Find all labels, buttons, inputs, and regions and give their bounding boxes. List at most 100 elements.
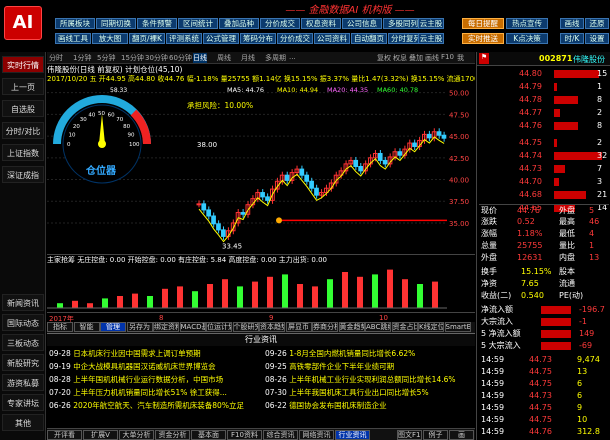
tool-tab[interactable]: SmartBS bbox=[444, 322, 471, 332]
bottom-tab[interactable]: 开评看 bbox=[47, 430, 82, 440]
news-title[interactable]: 2020年航空航天、汽车制造所需机床装备80%立足 bbox=[73, 401, 244, 410]
tool-tab[interactable]: 绑定资料 bbox=[153, 322, 179, 332]
sidebar-item[interactable]: 三板动态 bbox=[2, 334, 44, 351]
period-tab[interactable]: 5分钟 bbox=[97, 53, 115, 63]
tool-tab[interactable]: 指标 bbox=[47, 322, 73, 332]
period-tab[interactable]: 多周期 bbox=[265, 53, 286, 63]
toolbar-btn-right[interactable]: 热点宣传 bbox=[506, 18, 548, 29]
news-item[interactable]: 09-25 高铁零部件企业下半年业绩可期 bbox=[265, 361, 473, 373]
news-title[interactable]: 上半年国机机械行业运行数据分析，中国市场 bbox=[73, 375, 223, 384]
tool-tab[interactable]: 资本趋势 bbox=[259, 322, 285, 332]
period-tab[interactable]: 1分钟 bbox=[73, 53, 91, 63]
tool-tab[interactable]: 黄金趋势 bbox=[338, 322, 365, 332]
news-title[interactable]: 中企大战模具机器国汉诺威机床世界博览会 bbox=[73, 362, 216, 371]
toolbar-btn-right[interactable]: 云主股 bbox=[418, 33, 444, 44]
chart-option[interactable]: 权息 bbox=[393, 53, 407, 63]
tool-tab[interactable]: 智能 bbox=[73, 322, 100, 332]
bottom-tab[interactable]: 基本面 bbox=[191, 430, 226, 440]
tool-tab[interactable]: MACD基本 bbox=[179, 322, 206, 332]
bottom-tab-right[interactable]: 画 bbox=[449, 430, 474, 440]
sidebar-item[interactable]: 上证指数 bbox=[2, 144, 44, 161]
toolbar-btn[interactable]: 公司信息 bbox=[342, 18, 382, 29]
bottom-tab-right[interactable]: 例子 bbox=[423, 430, 448, 440]
chart-option[interactable]: 复权 bbox=[377, 53, 391, 63]
chart-option[interactable]: 叠加 bbox=[409, 53, 423, 63]
toolbar-btn-right[interactable]: 云主股 bbox=[418, 18, 444, 29]
news-item[interactable]: 09-28 日本机床行业因中国需求上调订单预期 bbox=[49, 348, 259, 360]
tool-tab[interactable]: 个股研究 bbox=[232, 322, 259, 332]
news-title[interactable]: 上半年我国机床工具行业出口同比增长5% bbox=[289, 388, 428, 397]
tool-tab[interactable]: K线定位 bbox=[418, 322, 444, 332]
news-item[interactable]: 06-22 德国协会发布国机床制造企业 bbox=[265, 400, 473, 412]
news-title[interactable]: 上半年压力机机销量同比增长51% 徐工获得... bbox=[73, 388, 227, 397]
sidebar-item[interactable]: 专家讲坛 bbox=[2, 394, 44, 411]
toolbar-btn[interactable]: 自动翻页 bbox=[351, 33, 387, 44]
toolbar-btn-right[interactable]: 实时推送 bbox=[462, 33, 504, 44]
toolbar-btn[interactable]: 画线工具 bbox=[55, 33, 91, 44]
period-tab[interactable]: 30分钟 bbox=[145, 53, 168, 63]
sidebar-item[interactable]: 其他 bbox=[2, 414, 44, 431]
bottom-tab[interactable]: 大单分析 bbox=[119, 430, 154, 440]
tool-tab[interactable]: 券商分析 bbox=[312, 322, 338, 332]
news-title[interactable]: 德国协会发布国机床制造企业 bbox=[289, 401, 387, 410]
toolbar-btn-far[interactable]: 画线 bbox=[560, 18, 584, 29]
kline-chart[interactable]: 50.00 47.50 45.00 42.50 40.00 37.50 35.00 33.45… bbox=[47, 84, 475, 254]
toolbar-btn[interactable]: 筹码分布 bbox=[240, 33, 276, 44]
news-item[interactable]: 09-26 1-8月全国内燃机销量同比增长6.62% bbox=[265, 348, 473, 360]
chart-option[interactable]: 画线 bbox=[425, 53, 439, 63]
toolbar-btn-right[interactable]: K点决策 bbox=[506, 33, 548, 44]
toolbar-btn[interactable]: 放大图 bbox=[92, 33, 128, 44]
tool-tab[interactable]: 管理 bbox=[100, 322, 126, 332]
period-tab[interactable]: 分时 bbox=[49, 53, 63, 63]
toolbar-btn[interactable]: 同期切换 bbox=[96, 18, 136, 29]
sidebar-item[interactable]: 自选股 bbox=[2, 100, 44, 117]
period-tab[interactable]: 15分钟 bbox=[121, 53, 144, 63]
news-item[interactable]: 07-30 上半年我国机床工具行业出口同比增长5% bbox=[265, 387, 473, 399]
bottom-tab[interactable]: 综合资讯 bbox=[263, 430, 298, 440]
period-tab[interactable]: 60分钟 bbox=[169, 53, 192, 63]
toolbar-btn[interactable]: 叠加品种 bbox=[219, 18, 259, 29]
news-item[interactable]: 09-19 中企大战模具机器国汉诺威机床世界博览会 bbox=[49, 361, 259, 373]
sidebar-item[interactable]: 分时/对比 bbox=[2, 122, 44, 139]
tool-tab[interactable]: 另存为 bbox=[126, 322, 153, 332]
sidebar-item[interactable]: 新股研究 bbox=[2, 354, 44, 371]
sidebar-item[interactable]: 国际动态 bbox=[2, 314, 44, 331]
toolbar-btn[interactable]: 所属板块 bbox=[55, 18, 95, 29]
bottom-tab-right[interactable]: 图文F10 bbox=[397, 430, 422, 440]
bottom-tab[interactable]: 扩展V bbox=[83, 430, 118, 440]
period-tab[interactable]: 周线 bbox=[217, 53, 231, 63]
toolbar-btn[interactable]: 分价成交 bbox=[260, 18, 300, 29]
toolbar-btn-far[interactable]: 时/K bbox=[560, 33, 584, 44]
bottom-tab[interactable]: F10资料 bbox=[227, 430, 262, 440]
tool-tab[interactable]: 位运计划 bbox=[206, 322, 232, 332]
bottom-tab[interactable]: 行业资讯 bbox=[335, 430, 370, 440]
sidebar-item[interactable]: 新闻资讯 bbox=[2, 294, 44, 311]
toolbar-btn[interactable]: 分价成交 bbox=[277, 33, 313, 44]
toolbar-btn[interactable]: 条件预警 bbox=[137, 18, 177, 29]
toolbar-btn[interactable]: 权息资料 bbox=[301, 18, 341, 29]
toolbar-btn[interactable]: 评测系统 bbox=[166, 33, 202, 44]
news-title[interactable]: 上半年机械工业行业实现利润总额同比增长14.6% bbox=[289, 375, 455, 384]
sidebar-item[interactable]: 深证成指 bbox=[2, 166, 44, 183]
toolbar-btn[interactable]: 公式管理 bbox=[203, 33, 239, 44]
sidebar-item[interactable]: 实时行情 bbox=[2, 56, 44, 73]
toolbar-btn[interactable]: 多股同列 bbox=[383, 18, 423, 29]
toolbar-btn[interactable]: 区间统计 bbox=[178, 18, 218, 29]
news-item[interactable]: 07-20 上半年压力机机销量同比增长51% 徐工获得... bbox=[49, 387, 259, 399]
chart-option[interactable]: 我 bbox=[457, 53, 464, 63]
tool-tab[interactable]: ABC跳线 bbox=[365, 322, 391, 332]
news-item[interactable]: 08-26 上半年机械工业行业实现利润总额同比增长14.6% bbox=[265, 374, 473, 386]
bottom-tab[interactable]: 网络资讯 bbox=[299, 430, 334, 440]
indicator-chart[interactable] bbox=[47, 264, 475, 312]
bottom-tab[interactable]: 资金分析 bbox=[155, 430, 190, 440]
toolbar-btn-right[interactable]: 每日提醒 bbox=[462, 18, 504, 29]
toolbar-btn-far[interactable]: 设置 bbox=[585, 33, 609, 44]
toolbar-btn[interactable]: 翻页/裸K bbox=[129, 33, 165, 44]
sidebar-item[interactable]: 游资私募 bbox=[2, 374, 44, 391]
period-tab[interactable]: 月线 bbox=[241, 53, 255, 63]
period-tab[interactable]: 日线 bbox=[193, 53, 207, 63]
sidebar-item[interactable]: 上一页 bbox=[2, 78, 44, 95]
news-title[interactable]: 高铁零部件企业下半年业绩可期 bbox=[289, 362, 394, 371]
tool-tab[interactable]: 屏显币 bbox=[285, 322, 312, 332]
news-item[interactable]: 08-28 上半年国机机械行业运行数据分析，中国市场 bbox=[49, 374, 259, 386]
